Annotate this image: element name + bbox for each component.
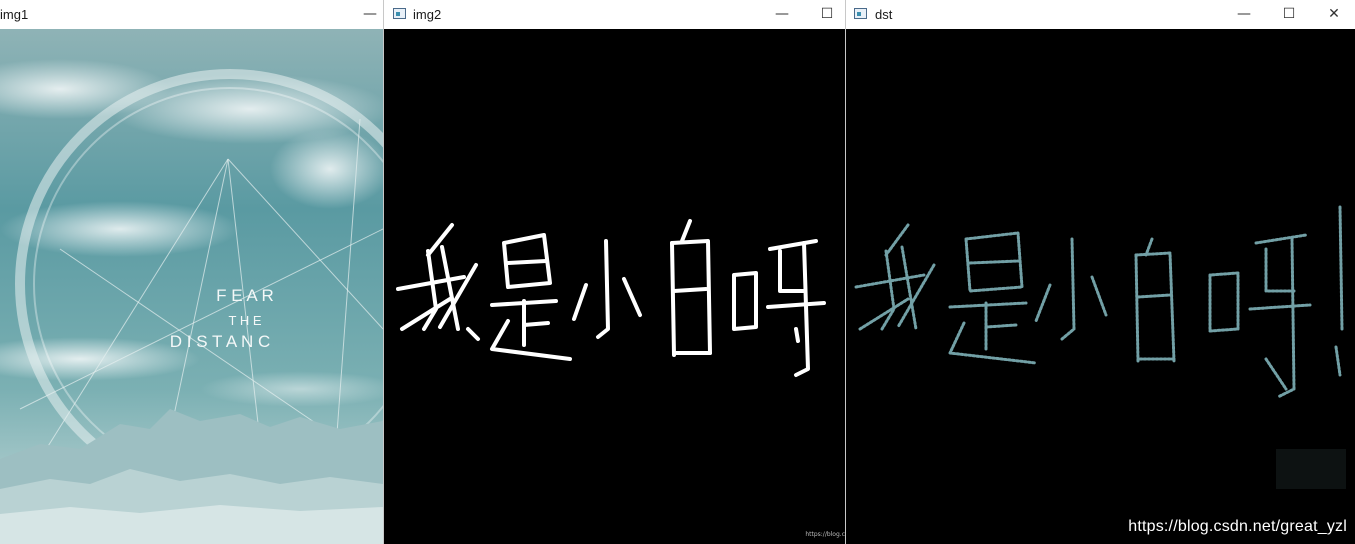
image-img1: F E A R T H E D I S T A N C (0, 29, 383, 544)
poster-line-distance: D I S T A N C (170, 332, 270, 351)
maximize-icon[interactable]: ☐ (804, 0, 845, 29)
window-title: dst (875, 7, 893, 22)
poster-line-the: T H E (229, 313, 262, 328)
handwriting-strokes (396, 219, 826, 377)
window-title: img1 (0, 7, 29, 22)
close-icon[interactable]: ✕ (1311, 0, 1355, 29)
app-window-icon (854, 8, 867, 19)
poster-image: F E A R T H E D I S T A N C (0, 29, 383, 544)
titlebar-img1[interactable]: img1 — (0, 0, 383, 29)
app-window-icon (393, 8, 406, 19)
image-corner-mark: https://blog.c (805, 531, 845, 538)
maximize-icon[interactable]: ☐ (1266, 0, 1312, 29)
minimize-icon[interactable]: — (759, 0, 805, 29)
blog-watermark: https://blog.csdn.net/great_yzl (1128, 518, 1347, 535)
minimize-icon[interactable]: — (347, 0, 383, 29)
window-dst: dst — ☐ ✕ https://blog.csdn.net/great_yz… (846, 0, 1355, 544)
titlebar-img2[interactable]: img2 — ☐ (384, 0, 845, 29)
window-title: img2 (413, 7, 442, 22)
window-img2: img2 — ☐ https://blog.c (384, 0, 845, 544)
edge-strokes (854, 205, 1346, 489)
image-img2: https://blog.c (384, 29, 845, 544)
poster-line-fear: F E A R (216, 286, 274, 305)
titlebar-dst[interactable]: dst — ☐ ✕ (846, 0, 1355, 29)
image-dst: https://blog.csdn.net/great_yzl (846, 29, 1355, 544)
minimize-icon[interactable]: — (1221, 0, 1267, 29)
window-img1: img1 — F E A R T H E D I S T A N C (0, 0, 383, 544)
